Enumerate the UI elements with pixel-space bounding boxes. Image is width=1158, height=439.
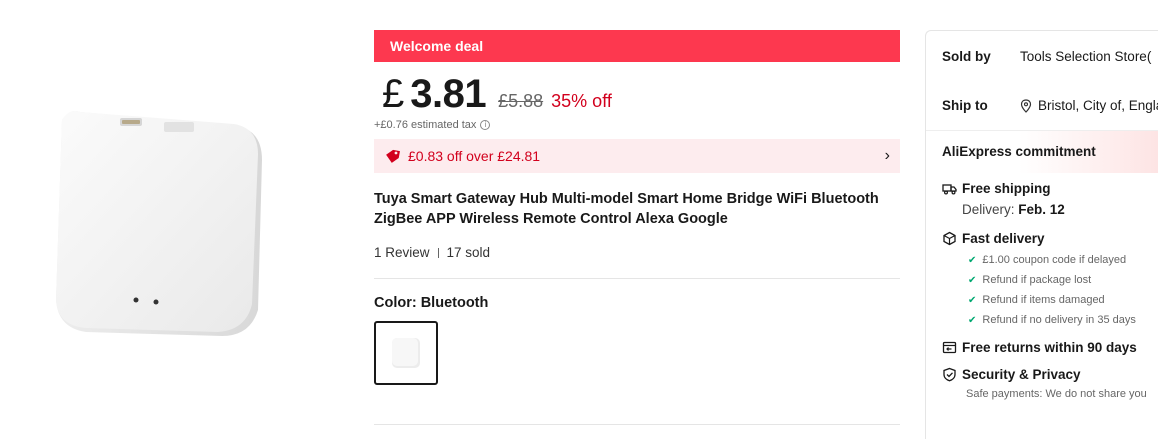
divider — [374, 278, 900, 279]
guarantee-item: ✔ Refund if no delivery in 35 days — [968, 314, 1158, 326]
ship-to-label: Ship to — [942, 98, 988, 113]
info-icon[interactable]: i — [480, 120, 491, 130]
tax-note: +£0.76 estimated tax i — [374, 119, 900, 131]
free-returns-section: Free returns within 90 days — [926, 340, 1158, 355]
check-icon: ✔ — [968, 294, 977, 306]
welcome-deal-banner: Welcome deal — [374, 30, 900, 62]
free-shipping-label: Free shipping — [962, 181, 1051, 196]
check-icon: ✔ — [968, 314, 977, 326]
delivery-label: Delivery: — [962, 202, 1015, 217]
location-pin-icon — [1020, 98, 1032, 113]
check-icon: ✔ — [968, 254, 977, 266]
product-title: Tuya Smart Gateway Hub Multi-model Smart… — [374, 191, 879, 227]
sold-by-label: Sold by — [942, 48, 991, 64]
sold-count: 17 sold — [446, 245, 491, 260]
guarantee-text: Refund if no delivery in 35 days — [982, 314, 1136, 326]
ship-to-location: Bristol, City of, Englan — [1038, 98, 1158, 113]
shield-icon — [943, 367, 956, 382]
free-shipping-section: Free shipping Delivery: Feb. 12 — [926, 181, 1158, 217]
original-price: £5.88 — [498, 91, 544, 111]
sold-by-row: Sold by Tools Selection Store( — [926, 31, 1158, 81]
guarantee-text: Refund if items damaged — [982, 294, 1105, 306]
box-icon — [943, 231, 956, 246]
seller-panel: Sold by Tools Selection Store( Ship to B… — [925, 30, 1158, 439]
product-info: Welcome deal £ 3.81 £5.88 35% off +£0.76… — [374, 30, 900, 385]
delivery-estimate: Delivery: Feb. 12 — [962, 202, 1158, 217]
free-returns-label: Free returns within 90 days — [962, 340, 1137, 355]
chevron-right-icon: › — [884, 147, 890, 164]
return-icon — [942, 341, 957, 354]
color-label: Color: Bluetooth — [374, 295, 489, 311]
guarantee-item: ✔ £1.00 coupon code if delayed — [968, 254, 1158, 266]
guarantee-text: Refund if package lost — [982, 274, 1092, 286]
delivery-date: Feb. 12 — [1018, 202, 1065, 217]
fast-delivery-section: Fast delivery ✔ £1.00 coupon code if dela… — [926, 231, 1158, 326]
discount-badge: 35% off — [551, 91, 612, 111]
divider — [374, 424, 900, 425]
product-image[interactable] — [40, 90, 280, 350]
commitment-header: AliExpress commitment — [926, 131, 1158, 173]
security-note: Safe payments: We do not share you — [966, 388, 1147, 400]
currency-symbol: £ — [382, 72, 405, 116]
review-sold-row: 1 Review 17 sold — [374, 245, 900, 260]
current-price: 3.81 — [410, 72, 487, 116]
tag-icon — [386, 149, 400, 163]
coupon-text: £0.83 off over £24.81 — [408, 148, 541, 164]
security-label: Security & Privacy — [962, 367, 1081, 382]
store-link[interactable]: Tools Selection Store( — [1020, 49, 1151, 64]
color-swatch-bluetooth[interactable] — [374, 321, 438, 385]
coupon-banner[interactable]: £0.83 off over £24.81 › — [374, 139, 900, 173]
tax-text: +£0.76 estimated tax — [374, 119, 477, 131]
price-row: £ 3.81 £5.88 35% off — [374, 72, 900, 117]
fast-delivery-label: Fast delivery — [962, 231, 1045, 246]
separator — [437, 247, 439, 258]
check-icon: ✔ — [968, 274, 977, 286]
guarantee-item: ✔ Refund if items damaged — [968, 294, 1158, 306]
truck-icon — [942, 184, 957, 195]
swatch-thumbnail — [392, 338, 420, 368]
security-section: Security & Privacy Safe payments: We do … — [926, 367, 1158, 400]
guarantee-text: £1.00 coupon code if delayed — [982, 254, 1127, 266]
ship-to-row[interactable]: Ship to Bristol, City of, Englan — [926, 81, 1158, 131]
review-count[interactable]: 1 Review — [374, 245, 430, 260]
guarantee-item: ✔ Refund if package lost — [968, 274, 1158, 286]
